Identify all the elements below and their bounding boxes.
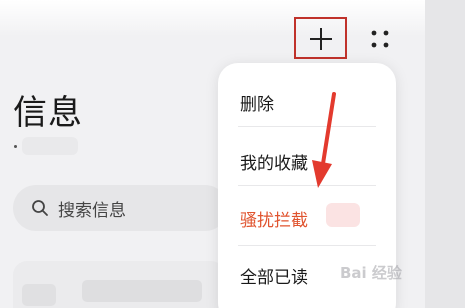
search-input[interactable]: 搜索信息: [13, 185, 228, 231]
menu-item-favorites[interactable]: 我的收藏: [240, 149, 308, 174]
menu-item-mark-all-read[interactable]: 全部已读: [240, 263, 308, 288]
search-placeholder: 搜索信息: [58, 201, 126, 221]
add-button[interactable]: [294, 17, 347, 59]
subtitle-redacted: [22, 137, 78, 155]
search-icon: [32, 200, 48, 216]
page-title: 信息: [13, 93, 83, 133]
menu-divider: [238, 245, 376, 246]
grid-dots-icon: [371, 30, 389, 48]
menu-item-harassment-block[interactable]: 骚扰拦截: [240, 206, 308, 231]
menu-item-delete[interactable]: 删除: [240, 90, 274, 115]
plus-icon: [310, 28, 332, 50]
more-options-button[interactable]: [368, 27, 392, 51]
top-bar: [0, 0, 425, 36]
side-strip: [425, 0, 465, 308]
watermark: Bai 经验: [340, 264, 402, 282]
red-arrow-icon: [312, 92, 336, 188]
subtitle-dot: [14, 145, 17, 148]
list-item-avatar-redacted: [22, 284, 56, 306]
messages-screen: 信息 搜索信息 删除 我的收藏 骚扰拦截 全部已读 Bai 经验: [0, 0, 465, 308]
list-item-text-redacted: [82, 280, 202, 302]
badge-redacted: [326, 203, 360, 227]
